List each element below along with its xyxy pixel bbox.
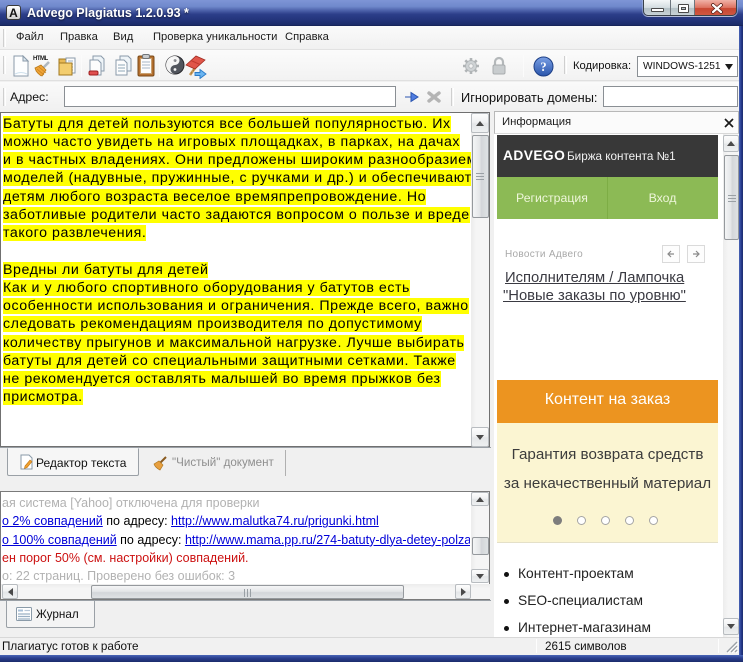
svg-text:?: ? — [540, 60, 546, 74]
svg-text:HTML: HTML — [33, 56, 48, 62]
